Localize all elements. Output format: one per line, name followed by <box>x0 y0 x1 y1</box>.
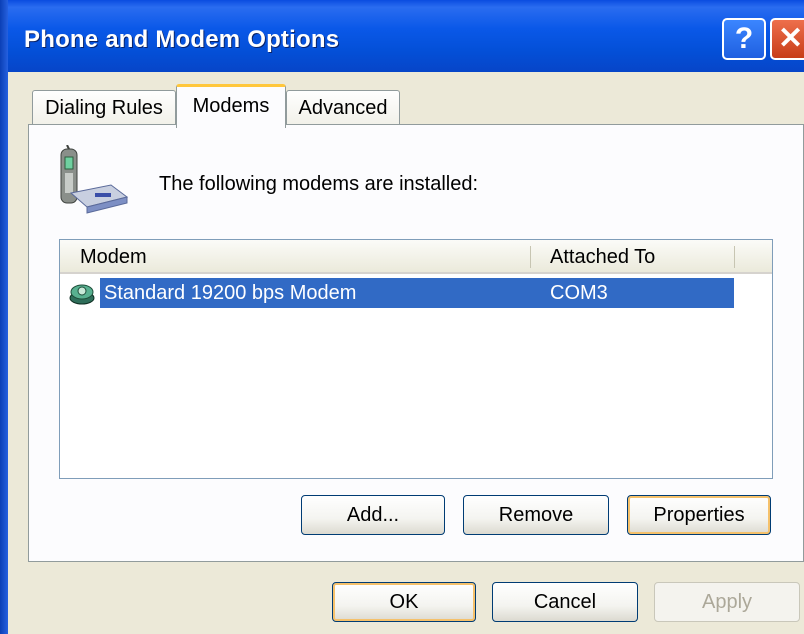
title-bar[interactable]: Phone and Modem Options ? ✕ <box>0 0 804 72</box>
window-border <box>0 0 8 634</box>
cell-modem: Standard 19200 bps Modem <box>104 282 357 304</box>
intro-text-content: The following modems are installed: <box>159 173 479 195</box>
properties-button[interactable]: Properties <box>627 495 771 535</box>
window-title: Phone and Modem Options <box>24 26 340 53</box>
list-header: Modem Attached To <box>60 240 772 274</box>
intro-text: The following modems are installed: <box>159 173 478 196</box>
cell-attached-to: COM3 <box>550 282 608 304</box>
modems-panel: The following modems are installed: Mode… <box>28 124 804 562</box>
column-header-attached-to[interactable]: Attached To <box>550 246 655 269</box>
close-button[interactable]: ✕ <box>770 18 804 60</box>
add-button[interactable]: Add... <box>301 495 445 535</box>
remove-button[interactable]: Remove <box>463 495 609 535</box>
column-header-modem[interactable]: Modem <box>80 246 147 269</box>
cancel-button[interactable]: Cancel <box>492 582 638 622</box>
tab-dialing-rules[interactable]: Dialing Rules <box>32 90 176 126</box>
modem-icon <box>69 284 95 305</box>
modem-list[interactable]: Modem Attached To Standard 19200 bps Mod… <box>59 239 773 479</box>
column-separator[interactable] <box>530 246 531 268</box>
apply-button[interactable]: Apply <box>654 582 800 622</box>
dialog-window: Phone and Modem Options ? ✕ Dialing Rule… <box>0 0 804 634</box>
table-row[interactable]: Standard 19200 bps Modem COM3 <box>60 278 772 308</box>
tab-advanced[interactable]: Advanced <box>286 90 400 126</box>
tab-modems[interactable]: Modems <box>176 84 286 128</box>
modem-phone-icon <box>60 145 129 214</box>
help-button[interactable]: ? <box>722 18 766 60</box>
column-separator[interactable] <box>734 246 735 268</box>
ok-button[interactable]: OK <box>332 582 476 622</box>
